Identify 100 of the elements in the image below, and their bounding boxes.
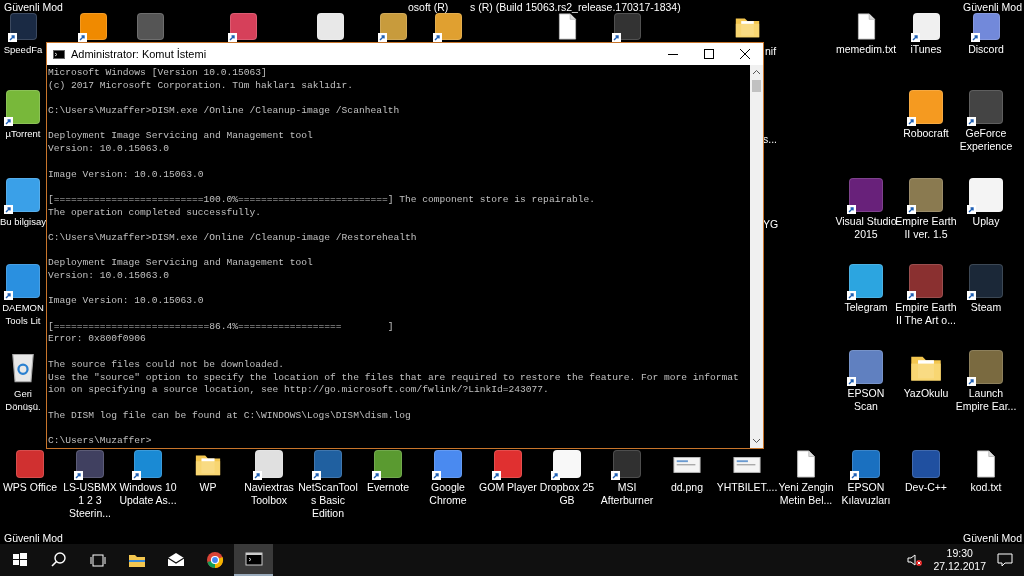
notification-icon[interactable]	[996, 551, 1014, 569]
console-line: C:\Users\Muzaffer>DISM.exe /Online /Cleanup-image /Restorehealth	[48, 231, 418, 245]
icon-label: iTunes	[910, 43, 942, 56]
app-icon[interactable]	[79, 13, 107, 40]
app-icon[interactable]	[852, 450, 880, 478]
icon-label: Uplay	[972, 215, 1000, 228]
app-icon[interactable]	[849, 178, 883, 212]
icon-label: Google Chrome	[428, 481, 468, 507]
icon-label: Telegram	[844, 301, 888, 314]
safe-mode-label: Güvenli Mod	[963, 1, 1022, 13]
console-line: Error: 0x800f0906	[48, 333, 147, 347]
envelope-icon	[166, 553, 185, 566]
icon-label: nif	[765, 45, 777, 57]
icon-label: WP	[199, 481, 217, 494]
icon-label: s...	[763, 133, 777, 145]
app-icon[interactable]	[76, 450, 104, 478]
folder-icon	[128, 555, 145, 567]
console-line: ion on specifying a source location, see http://go.microsoft.com/fwlink/?LinkId=243077.	[48, 384, 550, 397]
safe-mode-label: Güvenli Mod	[4, 1, 63, 13]
console-line: Image Version: 10.0.15063.0	[48, 295, 205, 309]
build-info-text: osoft (R)	[408, 1, 449, 13]
clock-date[interactable]: 27.12.2017	[933, 560, 986, 573]
app-icon[interactable]	[972, 13, 1000, 40]
icon-label: Visual Studio 2015	[835, 215, 897, 241]
console-line: Microsoft Windows [Version 10.0.15063]	[48, 67, 268, 80]
search-icon	[50, 552, 66, 567]
icon-label: Steam	[970, 301, 1002, 314]
console-line: The DISM log file can be found at C:\WINDOWS\Logs\DISM\dism.log	[48, 409, 412, 423]
app-icon[interactable]	[912, 13, 940, 40]
scroll-up-icon[interactable]	[752, 68, 761, 77]
icon-label: dd.png	[670, 481, 704, 494]
icon-label: µTorrent	[5, 127, 41, 140]
app-icon[interactable]	[969, 90, 1003, 124]
build-info-text: s (R) (Build 15063.rs2_release.170317-1834)	[470, 1, 681, 13]
icon-label: Windows 10 Update As...	[118, 481, 178, 507]
icon-label: Geri Dönüşü.	[4, 387, 42, 413]
console-line: Deployment Image Servicing and Management tool	[48, 130, 314, 144]
vertical-scrollbar[interactable]	[750, 65, 763, 448]
console-icon	[245, 552, 262, 566]
console-line: Image Version: 10.0.15063.0	[48, 168, 205, 182]
icon-label: YazOkulu	[903, 387, 949, 400]
icon-label: Empire Earth II The Art o...	[895, 301, 957, 327]
safe-mode-label: Güvenli Mod	[963, 532, 1022, 544]
icon-label: GeForce Experience	[958, 127, 1014, 153]
icon-label: EPSON Kılavuzları	[840, 481, 892, 507]
icon-label: Yeni Zengin Metin Bel...	[777, 481, 835, 507]
window-title: Administrator: Komut İstemi	[71, 48, 208, 60]
icon-label: YHTBILET....	[716, 481, 778, 494]
app-icon[interactable]	[229, 13, 257, 40]
icon-label: LS-USBMX 1 2 3 Steerin...	[62, 481, 118, 520]
icon-label: NetScanTools Basic Edition	[297, 481, 359, 520]
chrome-like-browser-icon	[206, 552, 223, 568]
scrollbar-thumb[interactable]	[752, 80, 761, 92]
console-line: (c) 2017 Microsoft Corporation. Tüm hakları saklıdır.	[48, 79, 355, 93]
console-line: The operation completed successfully.	[48, 206, 263, 220]
icon-label: memedim.txt	[835, 43, 897, 56]
app-icon[interactable]	[613, 450, 641, 478]
icon-label: Discord	[968, 43, 1004, 56]
scroll-down-icon[interactable]	[752, 436, 761, 445]
console-line: C:\Users\Muzaffer>DISM.exe /Online /Cleanup-image /Scanhealth	[48, 105, 401, 118]
console-line: Deployment Image Servicing and Management tool	[48, 257, 314, 270]
taskbar-button[interactable]	[234, 544, 273, 576]
app-icon[interactable]	[9, 13, 37, 40]
icon-label: Bu bilgisay	[0, 215, 46, 228]
icon-label: Dev-C++	[905, 481, 947, 494]
icon-label: Dropbox 25 GB	[538, 481, 596, 507]
console-line: [===========================86.4%================== ]	[48, 320, 395, 334]
console-line: Use the "source" option to specify the location of the files that are required to restore the feature. For more informat	[48, 371, 740, 385]
icon-label: kod.txt	[970, 481, 1002, 494]
icon-label: Naviextras Toolbox	[243, 481, 295, 507]
app-icon[interactable]	[379, 13, 407, 40]
icon-label: Launch Empire Ear...	[955, 387, 1017, 413]
console-line: Version: 10.0.15063.0	[48, 143, 170, 156]
safe-mode-label: Güvenli Mod	[4, 532, 63, 544]
icon-label: MSI Afterburner	[599, 481, 655, 507]
icon-label: Evernote	[367, 481, 409, 494]
icon-label: Robocraft	[903, 127, 949, 140]
console-line: C:\Users\Muzaffer>	[48, 434, 153, 448]
windows-logo-icon	[12, 553, 27, 566]
console-line: Version: 10.0.15063.0	[48, 270, 170, 283]
app-icon[interactable]	[314, 450, 342, 478]
icon-label: GOM Player	[479, 481, 537, 494]
console-line: [==========================100.0%==========================] The component store is repairable.	[48, 193, 596, 207]
app-icon[interactable]	[316, 13, 344, 40]
clock-time[interactable]: 19:30	[946, 547, 973, 560]
icon-label: YG	[763, 218, 779, 230]
icon-label: Empire Earth II ver. 1.5	[895, 215, 957, 241]
icon-label: WPS Office	[2, 481, 58, 494]
app-icon[interactable]	[969, 264, 1003, 298]
icon-label: EPSON Scan	[846, 387, 886, 413]
speaker-muted-icon[interactable]	[907, 552, 924, 568]
console-icon	[53, 49, 65, 59]
console-line: The source files could not be downloaded.	[48, 358, 286, 372]
app-icon[interactable]	[613, 13, 641, 40]
maximize-icon	[704, 49, 714, 59]
close-icon	[740, 49, 750, 59]
task-view-icon	[90, 554, 105, 567]
icon-label: DAEMON Tools Lit	[1, 301, 45, 327]
app-icon[interactable]	[909, 264, 943, 298]
app-icon[interactable]	[434, 13, 462, 40]
